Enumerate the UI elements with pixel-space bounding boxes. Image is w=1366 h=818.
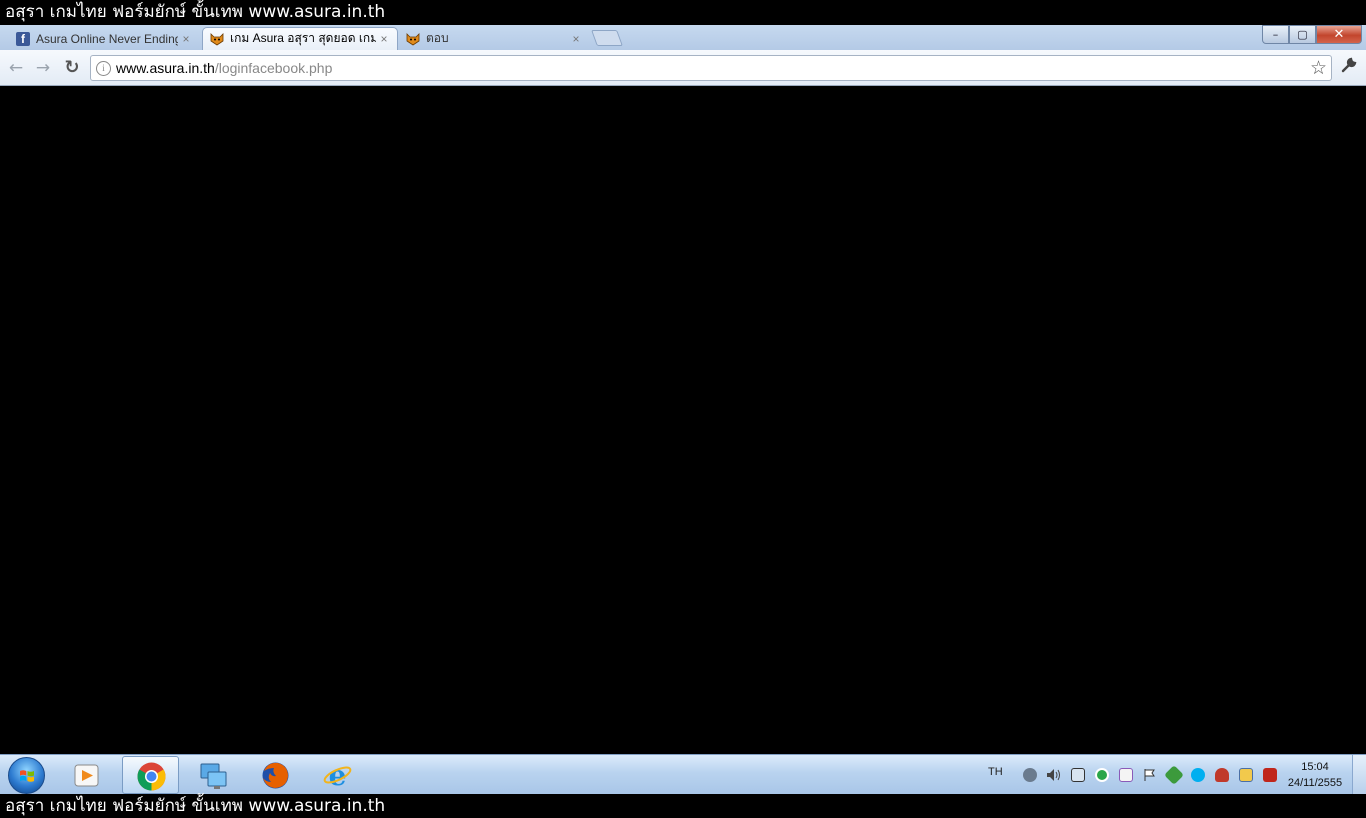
svg-text:e: e: [329, 760, 347, 791]
browser-window: f Asura Online Never Ending × เกม Asura …: [0, 25, 1366, 754]
forward-button[interactable]: →: [32, 58, 54, 78]
taskbar-media-player[interactable]: [58, 756, 115, 794]
volume-icon[interactable]: [1042, 765, 1066, 785]
skype-icon[interactable]: [1186, 765, 1210, 785]
page-info-icon[interactable]: i: [96, 61, 111, 76]
url-text[interactable]: www.asura.in.th/loginfacebook.php: [116, 56, 332, 80]
language-indicator[interactable]: TH: [988, 766, 1003, 778]
wrench-icon: [1341, 57, 1357, 73]
address-bar[interactable]: i www.asura.in.th/loginfacebook.php ☆: [90, 55, 1332, 81]
media-player-icon: [74, 764, 99, 787]
top-caption: อสุรา เกมไทย ฟอร์มยักษ์ ขั้นเทพ www.asur…: [0, 0, 1366, 25]
new-tab-button[interactable]: [591, 30, 623, 46]
clock-date: 24/11/2555: [1287, 777, 1343, 789]
tab-strip: f Asura Online Never Ending × เกม Asura …: [0, 25, 1366, 50]
page-content[interactable]: [0, 86, 1366, 754]
monitor-icon[interactable]: [1234, 765, 1258, 785]
network-icon: [200, 763, 227, 789]
show-desktop-button[interactable]: [1352, 755, 1366, 795]
taskbar: e TH 15:04 24/11/2555: [0, 754, 1366, 795]
taskbar-chrome[interactable]: [122, 756, 179, 794]
user-icon[interactable]: [1210, 765, 1234, 785]
taskbar-internet-explorer[interactable]: e: [309, 756, 366, 794]
back-button[interactable]: ←: [5, 58, 27, 78]
wrench-menu-icon[interactable]: [1338, 56, 1360, 78]
url-host: www.asura.in.th: [116, 60, 215, 76]
flag-icon[interactable]: [1138, 765, 1162, 785]
network-status-icon[interactable]: [1066, 765, 1090, 785]
window-controls: – ▢ ✕: [1262, 25, 1362, 44]
bottom-caption: อสุรา เกมไทย ฟอร์มยักษ์ ขั้นเทพ www.asur…: [0, 794, 1366, 818]
pen-icon[interactable]: [1114, 765, 1138, 785]
browser-toolbar: ← → ↻ i www.asura.in.th/loginfacebook.ph…: [0, 50, 1366, 86]
bookmark-star-icon[interactable]: ☆: [1310, 57, 1327, 79]
minimize-button[interactable]: –: [1262, 25, 1289, 44]
close-window-button[interactable]: ✕: [1316, 25, 1362, 44]
maximize-button[interactable]: ▢: [1289, 25, 1316, 44]
tab-background: [398, 27, 590, 50]
network-adapter-icon[interactable]: [1018, 765, 1042, 785]
url-path: /loginfacebook.php: [214, 60, 333, 76]
tab-asura-online-facebook[interactable]: f Asura Online Never Ending ×: [8, 27, 200, 50]
green-app-icon[interactable]: [1162, 765, 1186, 785]
green-circle-icon[interactable]: [1090, 765, 1114, 785]
clock[interactable]: 15:04 24/11/2555: [1280, 759, 1350, 791]
tab-asura-game[interactable]: เกม Asura อสุรา สุดยอด เกมส์ ×: [202, 27, 398, 50]
reload-button[interactable]: ↻: [61, 58, 83, 78]
chrome-icon: [137, 762, 166, 791]
windows-logo-icon: [20, 770, 34, 782]
tab-reply[interactable]: ตอบ ×: [398, 27, 590, 50]
tab-background: [8, 27, 200, 50]
system-tray: [1018, 765, 1282, 785]
taskbar-firefox[interactable]: [247, 756, 304, 794]
pdf-icon[interactable]: [1258, 765, 1282, 785]
firefox-icon: [262, 762, 289, 789]
tab-background: [202, 27, 398, 50]
taskbar-network[interactable]: [185, 756, 242, 794]
start-button[interactable]: [8, 757, 45, 794]
internet-explorer-icon: e: [323, 760, 352, 791]
clock-time: 15:04: [1301, 761, 1329, 773]
